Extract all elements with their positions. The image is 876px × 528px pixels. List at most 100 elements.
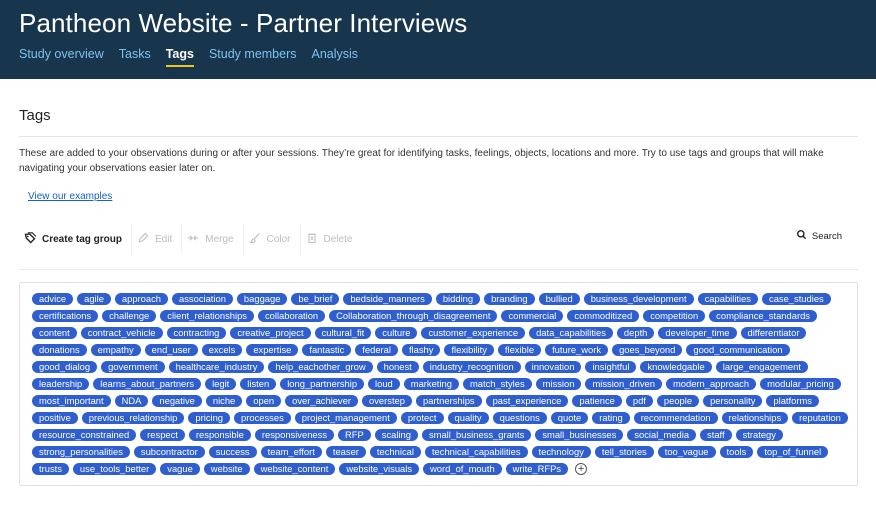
tag-chip[interactable]: competition (643, 310, 706, 322)
tag-chip[interactable]: federal (355, 344, 398, 356)
tag-chip[interactable]: leadership (32, 378, 90, 390)
tag-chip[interactable]: healthcare_industry (168, 361, 265, 373)
tag-chip[interactable]: future_work (545, 344, 609, 356)
tag-chip[interactable]: recommendation (633, 412, 718, 424)
tag-chip[interactable]: processes (234, 412, 291, 424)
tag-chip[interactable]: commoditized (567, 310, 640, 322)
tag-chip[interactable]: innovation (524, 361, 582, 373)
tag-chip[interactable]: good_communication (686, 344, 790, 356)
tag-chip[interactable]: personality (703, 395, 763, 407)
plus-circle-icon[interactable]: + (575, 463, 588, 475)
tag-chip[interactable]: bidding (435, 293, 481, 305)
tag-chip[interactable]: bullied (538, 293, 580, 305)
color-button[interactable]: Color (244, 224, 301, 254)
tag-chip[interactable]: strategy (735, 429, 783, 441)
tag-chip[interactable]: help_eachother_grow (268, 361, 373, 373)
tag-chip[interactable]: most_important (32, 395, 111, 407)
tag-chip[interactable]: fantastic (302, 344, 352, 356)
tab-tasks[interactable]: Tasks (119, 47, 151, 67)
tag-chip[interactable]: subcontractor (133, 446, 205, 458)
tag-chip[interactable]: responsible (188, 429, 251, 441)
tag-chip[interactable]: social_media (627, 429, 697, 441)
tag-chip[interactable]: knowledgable (640, 361, 712, 373)
tag-chip[interactable]: long_partnership (280, 378, 365, 390)
tag-chip[interactable]: quality (447, 412, 489, 424)
tag-chip[interactable]: depth (616, 327, 655, 339)
tag-chip[interactable]: good_dialog (32, 361, 98, 373)
tag-chip[interactable]: flexibility (444, 344, 494, 356)
tag-chip[interactable]: patience (572, 395, 622, 407)
tag-chip[interactable]: too_vague (657, 446, 716, 458)
tag-chip[interactable]: tools (719, 446, 754, 458)
tag-chip[interactable]: modern_approach (665, 378, 757, 390)
tag-chip[interactable]: contract_vehicle (80, 327, 163, 339)
tag-chip[interactable]: resource_constrained (32, 429, 137, 441)
tag-chip[interactable]: approach (114, 293, 169, 305)
tag-chip[interactable]: honest (376, 361, 419, 373)
tag-chip[interactable]: association (172, 293, 233, 305)
tag-chip[interactable]: flexible (497, 344, 542, 356)
tag-chip[interactable]: case_studies (762, 293, 831, 305)
tag-chip[interactable]: pdf (625, 395, 653, 407)
tag-chip[interactable]: write_RFPs (505, 463, 569, 475)
tag-chip[interactable]: website_visuals (339, 463, 420, 475)
tag-chip[interactable]: excels (201, 344, 243, 356)
create-tag-group-button[interactable]: Create tag group (19, 224, 133, 254)
tag-chip[interactable]: advice (32, 293, 74, 305)
tag-chip[interactable]: reputation (792, 412, 848, 424)
tag-chip[interactable]: RFP (338, 429, 371, 441)
tag-chip[interactable]: challenge (102, 310, 157, 322)
tag-chip[interactable]: empathy (90, 344, 141, 356)
tag-chip[interactable]: top_of_funnel (757, 446, 829, 458)
tag-chip[interactable]: website (203, 463, 250, 475)
tag-chip[interactable]: industry_recognition (422, 361, 521, 373)
tab-study-members[interactable]: Study members (209, 47, 297, 67)
tag-chip[interactable]: previous_relationship (81, 412, 185, 424)
tag-chip[interactable]: bedside_manners (343, 293, 432, 305)
tag-chip[interactable]: data_capabilities (529, 327, 613, 339)
tag-chip[interactable]: commercial (501, 310, 564, 322)
tag-chip[interactable]: tell_stories (594, 446, 654, 458)
edit-button[interactable]: Edit (132, 224, 183, 254)
tag-chip[interactable]: team_effort (260, 446, 322, 458)
tab-study-overview[interactable]: Study overview (19, 47, 104, 67)
tag-chip[interactable]: compliance_standards (709, 310, 817, 322)
tag-chip[interactable]: teaser (325, 446, 366, 458)
tag-chip[interactable]: branding (484, 293, 535, 305)
tag-chip[interactable]: NDA (114, 395, 149, 407)
merge-button[interactable]: Merge (182, 224, 244, 254)
tag-chip[interactable]: negative (152, 395, 202, 407)
tag-chip[interactable]: creative_project (230, 327, 311, 339)
tag-chip[interactable]: past_experience (485, 395, 569, 407)
tag-chip[interactable]: niche (205, 395, 243, 407)
tag-chip[interactable]: culture (375, 327, 418, 339)
tag-chip[interactable]: flashy (401, 344, 441, 356)
view-examples-link[interactable]: View our examples (28, 191, 112, 202)
tag-chip[interactable]: modular_pricing (760, 378, 841, 390)
tag-chip[interactable]: rating (592, 412, 630, 424)
tag-chip[interactable]: questions (492, 412, 547, 424)
tag-chip[interactable]: pricing (188, 412, 231, 424)
tab-tags[interactable]: Tags (165, 47, 194, 67)
tag-chip[interactable]: certifications (32, 310, 99, 322)
tag-chip[interactable]: people (656, 395, 700, 407)
tag-chip[interactable]: success (208, 446, 257, 458)
tag-chip[interactable]: differentiator (740, 327, 807, 339)
tag-chip[interactable]: strong_personalities (32, 446, 130, 458)
tag-chip[interactable]: protect (400, 412, 444, 424)
tag-chip[interactable]: match_styles (462, 378, 532, 390)
tag-chip[interactable]: mission (535, 378, 582, 390)
tag-chip[interactable]: government (101, 361, 165, 373)
tag-chip[interactable]: donations (32, 344, 87, 356)
tag-chip[interactable]: trusts (32, 463, 69, 475)
tag-chip[interactable]: technical (369, 446, 421, 458)
tag-chip[interactable]: technical_capabilities (424, 446, 528, 458)
tag-chip[interactable]: small_businesses (535, 429, 624, 441)
tag-chip[interactable]: client_relationships (160, 310, 254, 322)
tag-chip[interactable]: listen (240, 378, 277, 390)
tag-chip[interactable]: quote (550, 412, 589, 424)
tag-chip[interactable]: baggage (236, 293, 288, 305)
tag-chip[interactable]: Collaboration_through_disagreement (329, 310, 498, 322)
tag-chip[interactable]: relationships (721, 412, 789, 424)
tag-chip[interactable]: staff (700, 429, 732, 441)
